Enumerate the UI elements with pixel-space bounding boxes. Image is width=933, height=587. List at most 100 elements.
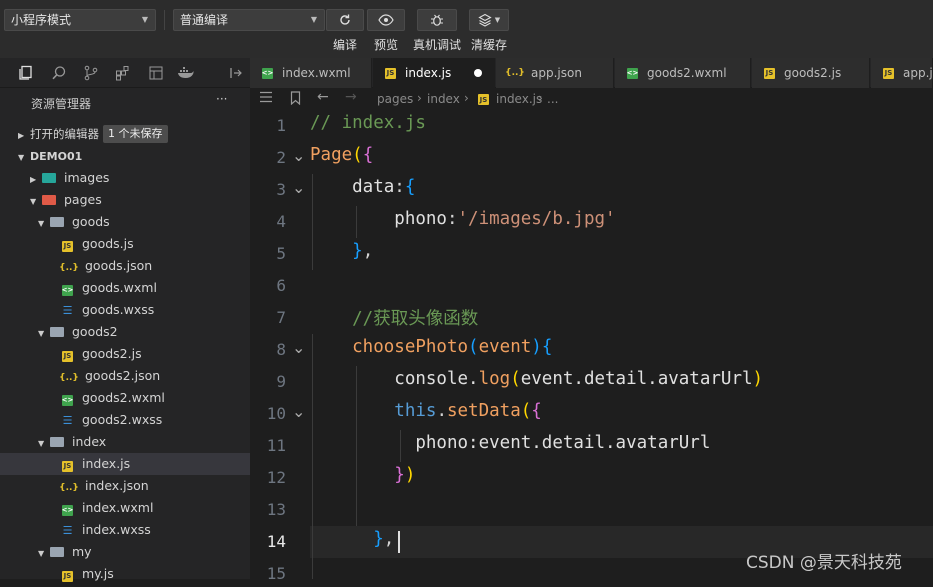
breadcrumb-item[interactable]: index.js [496, 92, 542, 106]
search-icon[interactable] [50, 64, 68, 82]
folder-icon [42, 195, 56, 205]
tab-app-json[interactable]: {..} app.json [496, 58, 614, 88]
clear-cache-button[interactable]: ▼ [469, 9, 509, 31]
breadcrumb-item[interactable]: index [427, 92, 460, 106]
remote-debug-button[interactable] [417, 9, 457, 31]
line-number: 6 [276, 276, 286, 295]
tree-file[interactable]: ☰ goods2.wxss [0, 409, 250, 431]
tree-file[interactable]: JS index.js [0, 453, 250, 475]
open-editors-label: 打开的编辑器 [30, 127, 99, 141]
code-editor[interactable]: 1// index.js 2 ⌄ Page({3 ⌄ data:{4 phono:'/i… [250, 110, 933, 583]
code-token: phono [310, 209, 447, 229]
chevron-right-icon: › [464, 91, 469, 105]
wxss-file-icon: ☰ [62, 524, 73, 537]
more-icon[interactable]: ··· [216, 92, 227, 106]
project-header[interactable]: ▼ DEMO01 [0, 145, 250, 167]
tree-file[interactable]: {..} goods2.json [0, 365, 250, 387]
compile-button[interactable] [326, 9, 364, 31]
fold-chevron-icon[interactable]: ⌄ [292, 402, 305, 421]
code-token: } [310, 529, 384, 549]
unsaved-dot-icon[interactable] [474, 69, 482, 77]
project-name: DEMO01 [30, 150, 83, 163]
chevron-right-icon: › [538, 91, 543, 105]
tree-item-label: goods2.js [82, 346, 142, 361]
fold-chevron-icon[interactable]: ⌄ [292, 146, 305, 165]
code-line: phono:'/images/b.jpg' [310, 209, 615, 229]
breadcrumb-item[interactable]: pages [377, 92, 413, 106]
code-line: this.setData({ [310, 401, 542, 421]
back-arrow-icon[interactable]: ← [317, 89, 329, 105]
chevron-down-icon: ▼ [38, 329, 45, 338]
tree-folder[interactable]: ▼ goods2 [0, 321, 250, 343]
wxml-file-icon: <> [261, 67, 274, 79]
tree-item-label: index.json [85, 478, 149, 493]
fold-chevron-icon[interactable]: ⌄ [292, 338, 305, 357]
extensions-icon[interactable] [114, 64, 132, 82]
tab-goods2-js[interactable]: JS goods2.js [752, 58, 870, 88]
tree-folder[interactable]: ▼ goods [0, 211, 250, 233]
js-file-icon: JS [764, 67, 775, 79]
tab-goods2-wxml[interactable]: <> goods2.wxml [615, 58, 751, 88]
tab-app-js[interactable]: JS app.js [871, 58, 933, 88]
preview-button[interactable] [367, 9, 405, 31]
compile-select[interactable]: 普通编译 ▼ [173, 9, 325, 31]
tree-file[interactable]: JS goods.js [0, 233, 250, 255]
tree-folder[interactable]: ▼ my [0, 541, 250, 563]
code-token: } [310, 241, 363, 261]
tree-item-label: goods2.wxml [82, 390, 165, 405]
bookmark-icon[interactable] [290, 91, 301, 108]
eye-icon [378, 14, 394, 26]
code-token: choosePhoto [310, 337, 469, 357]
fold-chevron-icon[interactable]: ⌄ [292, 178, 305, 197]
code-token: ( [520, 401, 532, 421]
code-line: Page({ [310, 145, 373, 165]
list-icon[interactable] [259, 91, 273, 106]
wxss-file-icon: ☰ [62, 304, 73, 317]
code-token: ) [404, 465, 416, 485]
breadcrumb-item[interactable]: ... [547, 92, 558, 106]
line-number: 12 [266, 468, 286, 487]
tree-file[interactable]: <> index.wxml [0, 497, 250, 519]
tree-file[interactable]: {..} goods.json [0, 255, 250, 277]
code-token: ) [752, 369, 764, 389]
code-token: , [383, 529, 395, 549]
tree-file[interactable]: ☰ index.wxss [0, 519, 250, 541]
tree-file[interactable]: JS my.js [0, 563, 250, 585]
tree-item-label: index.wxml [82, 500, 154, 515]
tree-file[interactable]: ☰ goods.wxss [0, 299, 250, 321]
code-token: : [394, 177, 405, 197]
refresh-icon [340, 14, 350, 25]
docker-icon[interactable] [177, 64, 195, 82]
chevron-right-icon: › [417, 91, 422, 105]
tree-item-label: index.js [82, 456, 131, 471]
tab-label: goods2.js [784, 66, 842, 80]
tree-file[interactable]: JS goods2.js [0, 343, 250, 365]
panel-toggle-icon[interactable] [227, 64, 245, 82]
code-token: phono [310, 433, 469, 453]
explorer-icon[interactable] [17, 64, 35, 82]
tree-file[interactable]: {..} index.json [0, 475, 250, 497]
layout-icon[interactable] [147, 64, 165, 82]
code-token: { [541, 337, 553, 357]
tree-file[interactable]: <> goods.wxml [0, 277, 250, 299]
tree-file[interactable]: <> goods2.wxml [0, 387, 250, 409]
js-file-icon: JS [62, 350, 73, 362]
clear-cache-label: 清缓存 [470, 38, 507, 52]
mode-select[interactable]: 小程序模式 ▼ [4, 9, 156, 31]
chevron-down-icon: ▼ [494, 16, 501, 24]
line-number: 3 [276, 180, 286, 199]
layers-icon [478, 13, 492, 27]
tab-index-wxml[interactable]: <> index.wxml [250, 58, 372, 88]
open-editors-header[interactable]: ▶ 打开的编辑器 1 个未保存 [0, 123, 250, 145]
json-file-icon: {..} [59, 373, 79, 383]
code-token: Page [310, 145, 353, 165]
tree-folder[interactable]: ▼ pages [0, 189, 250, 211]
tab-index-js[interactable]: JS index.js [373, 58, 495, 88]
tree-folder[interactable]: ▶ images [0, 167, 250, 189]
folder-icon [50, 437, 64, 447]
tree-folder[interactable]: ▼ index [0, 431, 250, 453]
source-control-icon[interactable] [82, 64, 100, 82]
forward-arrow-icon[interactable]: → [345, 89, 357, 105]
explorer-title: 资源管理器 [31, 97, 92, 111]
json-file-icon: {..} [59, 483, 79, 493]
